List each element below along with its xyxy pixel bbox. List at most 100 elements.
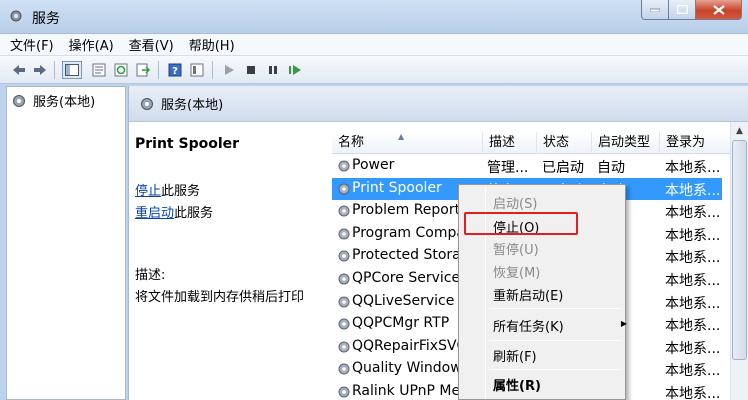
context-menu-resume[interactable]: 恢复(M) xyxy=(493,262,540,281)
service-name: Ralink UPnP Media xyxy=(352,383,458,399)
pause-icon[interactable] xyxy=(264,61,282,79)
service-logon-as: 本地系... xyxy=(665,340,721,357)
stop-icon[interactable] xyxy=(242,61,260,79)
restart-link[interactable]: 重启动 xyxy=(135,206,174,221)
title-bar: 服务 xyxy=(0,0,748,34)
context-menu-separator xyxy=(489,369,621,370)
context-menu-separator xyxy=(489,340,621,341)
service-name: Program Compatibility xyxy=(352,224,458,241)
services-gear-icon xyxy=(141,97,153,110)
service-logon-as: 本地系... xyxy=(665,363,721,380)
menu-file[interactable]: 文件(F) xyxy=(10,35,54,54)
restart-icon[interactable] xyxy=(286,61,304,79)
tree-item-label: 服务(本地) xyxy=(33,95,96,110)
sort-ascending-icon: ▲ xyxy=(398,132,405,141)
services-gear-icon xyxy=(13,94,25,107)
service-title: Print Spooler xyxy=(135,136,240,152)
toolbar-separator xyxy=(212,61,213,79)
column-header-startup-type[interactable]: 启动类型 xyxy=(592,132,660,154)
refresh-icon[interactable] xyxy=(112,61,130,79)
column-header-description[interactable]: 描述 xyxy=(483,132,537,154)
service-gear-icon xyxy=(338,205,350,217)
service-name: QQLiveService xyxy=(352,292,455,309)
stop-link[interactable]: 停止 xyxy=(135,184,161,199)
column-header-logon-as[interactable]: 登录为 xyxy=(660,132,731,154)
context-menu-properties[interactable]: 属性(R) xyxy=(493,375,541,394)
context-menu-restart[interactable]: 重新启动(E) xyxy=(493,285,563,304)
service-name: Protected Storage xyxy=(352,247,458,264)
column-header-name[interactable]: 名称 ▲ xyxy=(332,132,483,154)
service-name: QQPCMgr RTP xyxy=(352,315,450,332)
tree-item-services-local[interactable]: 服务(本地) xyxy=(11,91,95,110)
window-title: 服务 xyxy=(32,11,60,27)
service-gear-icon xyxy=(338,386,350,398)
service-name: QPCore Service xyxy=(352,270,458,286)
scroll-up-arrow-icon[interactable]: ▲ xyxy=(731,122,748,139)
service-gear-icon xyxy=(338,183,350,195)
service-logon-as: 本地系... xyxy=(665,182,721,199)
pane-header: 服务(本地) xyxy=(129,86,748,122)
service-gear-icon xyxy=(338,318,350,330)
vertical-scrollbar[interactable]: ▲ xyxy=(730,122,748,400)
help-icon[interactable]: ? xyxy=(166,61,184,79)
service-logon-as: 本地系... xyxy=(665,386,721,400)
menu-view[interactable]: 查看(V) xyxy=(129,35,174,54)
window-controls xyxy=(641,0,742,22)
service-gear-icon xyxy=(338,250,350,262)
export-icon[interactable] xyxy=(134,61,152,79)
menu-action[interactable]: 操作(A) xyxy=(69,35,114,54)
minimize-icon xyxy=(650,8,660,12)
service-logon-as: 本地系... xyxy=(665,160,721,176)
stop-suffix: 此服务 xyxy=(161,184,201,199)
maximize-button[interactable] xyxy=(669,0,696,20)
service-gear-icon xyxy=(338,363,350,375)
service-logon-as: 本地系... xyxy=(665,318,721,335)
context-menu-separator xyxy=(489,308,621,309)
service-gear-icon xyxy=(338,160,350,172)
service-status: 已启动 xyxy=(542,160,584,176)
service-name: Power xyxy=(352,157,395,173)
view-icon[interactable] xyxy=(188,61,206,79)
close-icon xyxy=(712,4,725,15)
services-gear-icon xyxy=(10,10,22,22)
console-tree: 服务(本地) xyxy=(6,86,126,400)
svg-text:?: ? xyxy=(172,66,178,77)
restart-suffix: 此服务 xyxy=(174,206,214,221)
play-icon[interactable] xyxy=(220,61,238,79)
stop-highlight-box xyxy=(464,212,578,235)
forward-arrow-icon[interactable] xyxy=(31,61,49,79)
back-arrow-icon[interactable] xyxy=(10,61,28,79)
toolbar-separator xyxy=(54,61,55,79)
service-gear-icon xyxy=(338,228,350,240)
table-row[interactable]: Power 管理... 已启动 自动 本地系... xyxy=(332,155,722,177)
description-label: 描述: xyxy=(135,268,166,283)
console-tree-icon[interactable] xyxy=(62,61,82,79)
pane-header-title: 服务(本地) xyxy=(161,98,224,113)
menu-help[interactable]: 帮助(H) xyxy=(189,35,235,54)
context-menu-pause[interactable]: 暂停(U) xyxy=(493,239,539,258)
service-logon-as: 本地系... xyxy=(665,273,721,289)
context-menu-all-tasks[interactable]: 所有任务(K) ▶ xyxy=(493,316,627,335)
context-menu-start[interactable]: 启动(S) xyxy=(493,193,537,212)
stop-service-action: 停止此服务 xyxy=(135,180,200,199)
close-button[interactable] xyxy=(696,0,742,20)
service-detail: Print Spooler 停止此服务 重启动此服务 描述: 将文件加载到内存供… xyxy=(135,136,335,305)
properties-icon[interactable] xyxy=(90,61,108,79)
service-name: Problem Reports xyxy=(352,202,458,219)
service-gear-icon xyxy=(338,341,350,353)
menu-bar: 文件(F) 操作(A) 查看(V) 帮助(H) xyxy=(0,34,748,56)
services-pane: 服务(本地) Print Spooler 停止此服务 重启动此服务 描述: 将文… xyxy=(128,86,748,400)
service-name: Print Spooler xyxy=(352,179,442,196)
service-name: Quality Windows xyxy=(352,360,458,377)
service-gear-icon xyxy=(338,273,350,285)
service-logon-as: 本地系... xyxy=(665,205,721,222)
context-menu-refresh[interactable]: 刷新(F) xyxy=(493,346,537,365)
scroll-thumb[interactable] xyxy=(732,140,747,360)
toolbar: ? xyxy=(0,56,748,84)
minimize-button[interactable] xyxy=(641,0,669,20)
service-gear-icon xyxy=(338,296,350,308)
column-header-status[interactable]: 状态 xyxy=(537,132,592,154)
submenu-arrow-icon: ▶ xyxy=(620,319,627,328)
service-startup-type: 自动 xyxy=(597,160,625,176)
maximize-icon xyxy=(676,5,688,14)
